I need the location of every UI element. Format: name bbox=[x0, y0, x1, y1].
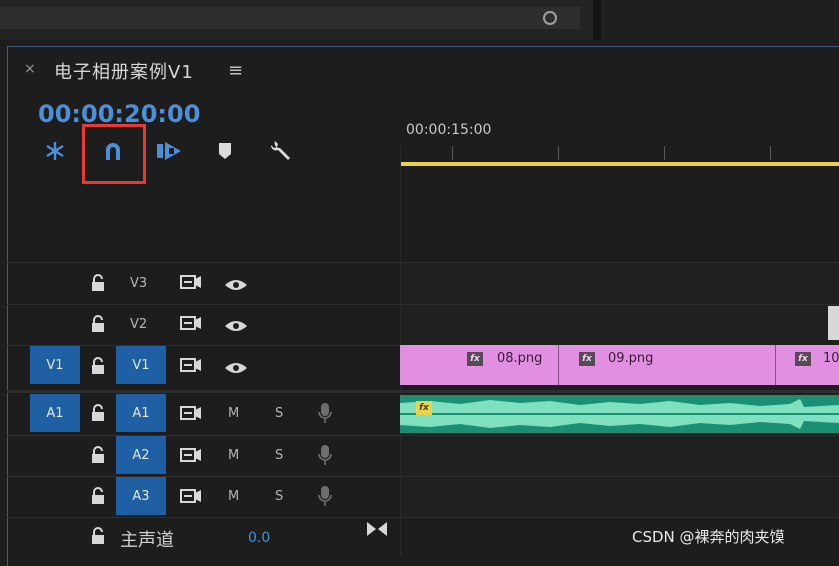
fx-badge[interactable]: fx bbox=[795, 352, 811, 366]
solo-button[interactable]: S bbox=[275, 406, 283, 421]
right-panel-strip bbox=[601, 0, 839, 40]
sync-lock-icon[interactable] bbox=[180, 274, 202, 294]
watermark: CSDN @裸奔的肉夹馍 bbox=[632, 528, 785, 546]
track-name-v3[interactable]: V3 bbox=[130, 276, 147, 291]
audio-clip[interactable] bbox=[400, 395, 839, 433]
scrollbar-handle[interactable] bbox=[543, 11, 557, 25]
track-lane-v3[interactable] bbox=[400, 263, 839, 304]
track-target-a2[interactable]: A2 bbox=[116, 436, 166, 474]
panel-menu-icon[interactable]: ≡ bbox=[228, 60, 243, 81]
fx-badge[interactable]: fx bbox=[467, 352, 483, 366]
work-area-bar[interactable] bbox=[400, 162, 839, 166]
ruler-separator bbox=[400, 146, 401, 262]
clip-name: 10 bbox=[823, 351, 839, 366]
clip-edge-v2[interactable] bbox=[828, 306, 839, 340]
sync-lock-icon[interactable] bbox=[180, 315, 202, 335]
lock-icon[interactable] bbox=[90, 527, 106, 549]
track-lane-a2[interactable] bbox=[400, 436, 839, 476]
ruler-time-label: 00:00:15:00 bbox=[406, 122, 492, 138]
timeline-settings-wrench-icon[interactable] bbox=[268, 138, 294, 164]
microphone-icon[interactable] bbox=[318, 485, 332, 511]
solo-button[interactable]: S bbox=[275, 448, 283, 463]
solo-button[interactable]: S bbox=[275, 489, 283, 504]
mute-button[interactable]: M bbox=[228, 448, 239, 463]
clip-name: 09.png bbox=[608, 351, 654, 366]
sequence-tab-title[interactable]: 电子相册案例V1 bbox=[54, 58, 194, 84]
sync-lock-icon[interactable] bbox=[180, 405, 202, 425]
sync-lock-icon[interactable] bbox=[180, 357, 202, 377]
nest-sequence-icon[interactable] bbox=[42, 138, 68, 164]
track-lane-a3[interactable] bbox=[400, 477, 839, 517]
master-volume-value[interactable]: 0.0 bbox=[248, 530, 270, 546]
go-to-end-icon[interactable] bbox=[366, 520, 388, 542]
eye-icon[interactable] bbox=[224, 277, 248, 296]
panel-divider bbox=[593, 0, 601, 40]
track-target-v1[interactable]: V1 bbox=[116, 346, 166, 384]
close-tab-button[interactable]: × bbox=[24, 61, 36, 77]
track-target-a1[interactable]: A1 bbox=[116, 394, 166, 432]
top-zoom-scrollbar[interactable] bbox=[0, 7, 580, 29]
track-target-a3[interactable]: A3 bbox=[116, 477, 166, 515]
snap-highlight-box bbox=[82, 124, 146, 184]
source-patch-v1[interactable]: V1 bbox=[30, 346, 80, 384]
lock-icon[interactable] bbox=[90, 274, 106, 296]
lock-icon[interactable] bbox=[90, 404, 106, 426]
lock-icon[interactable] bbox=[90, 487, 106, 509]
fx-badge[interactable]: fx bbox=[579, 352, 595, 366]
ruler-tick bbox=[770, 146, 771, 160]
sync-lock-icon[interactable] bbox=[180, 447, 202, 467]
mute-button[interactable]: M bbox=[228, 406, 239, 421]
clip-name: 08.png bbox=[497, 351, 543, 366]
eye-icon[interactable] bbox=[224, 318, 248, 337]
eye-icon[interactable] bbox=[224, 360, 248, 379]
ruler-tick bbox=[664, 146, 665, 160]
master-track-label: 主声道 bbox=[120, 530, 174, 551]
lock-icon[interactable] bbox=[90, 315, 106, 337]
lock-icon[interactable] bbox=[90, 357, 106, 379]
microphone-icon[interactable] bbox=[318, 444, 332, 470]
mute-button[interactable]: M bbox=[228, 489, 239, 504]
linked-selection-icon[interactable] bbox=[156, 138, 182, 164]
add-marker-icon[interactable] bbox=[212, 138, 238, 164]
ruler-tick bbox=[452, 146, 453, 160]
track-name-v2[interactable]: V2 bbox=[130, 317, 147, 332]
lock-icon[interactable] bbox=[90, 446, 106, 468]
sync-lock-icon[interactable] bbox=[180, 488, 202, 508]
audio-waveform bbox=[400, 399, 839, 429]
microphone-icon[interactable] bbox=[318, 402, 332, 428]
ruler-tick bbox=[558, 146, 559, 160]
source-patch-a1[interactable]: A1 bbox=[30, 394, 80, 432]
track-lane-v2[interactable] bbox=[400, 305, 839, 345]
fx-badge[interactable]: fx bbox=[416, 401, 432, 415]
